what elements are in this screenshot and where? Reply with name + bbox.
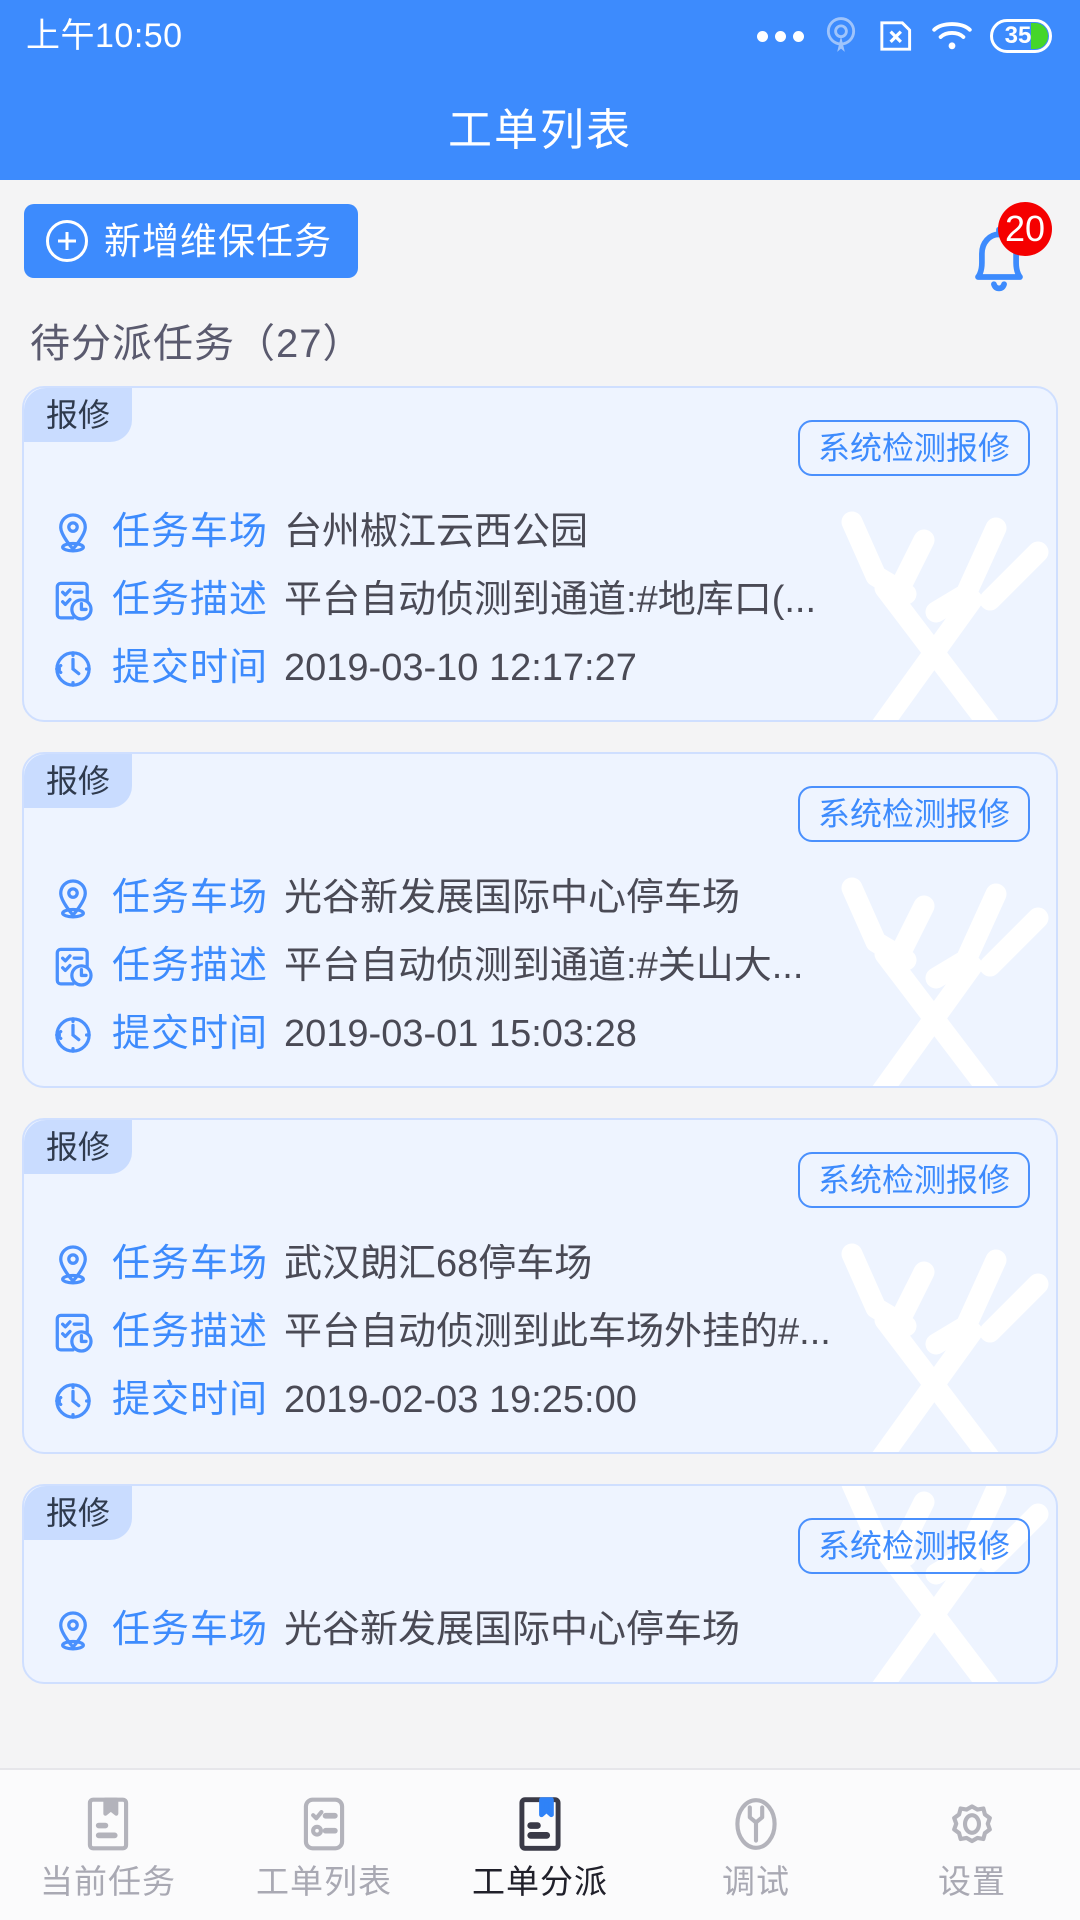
notification-badge: 20 bbox=[998, 202, 1052, 256]
tab-settings[interactable]: 设置 bbox=[864, 1770, 1080, 1920]
tab-label: 工单列表 bbox=[256, 1862, 392, 1900]
task-site-row: 任务车场 台州椒江云西公园 bbox=[50, 510, 1030, 556]
bottom-navigation: 当前任务 工单列表 工单分派 调试 设置 bbox=[0, 1768, 1080, 1920]
task-time-label: 提交时间 bbox=[112, 1013, 269, 1056]
task-desc-label: 任务描述 bbox=[112, 579, 269, 622]
location-pin-icon bbox=[59, 1245, 87, 1285]
battery-level: 35 bbox=[1004, 22, 1032, 49]
task-desc-value: 平台自动侦测到此车场外挂的#... bbox=[284, 1312, 831, 1354]
task-time-value: 2019-03-01 15:03:28 bbox=[284, 1014, 637, 1056]
task-site-value: 光谷新发展国际中心停车场 bbox=[284, 1610, 741, 1652]
notifications-button[interactable]: 20 bbox=[956, 202, 1052, 298]
task-site-label: 任务车场 bbox=[112, 1243, 269, 1286]
task-site-row: 任务车场 光谷新发展国际中心停车场 bbox=[50, 876, 1030, 922]
beacon-icon bbox=[822, 17, 860, 55]
task-card[interactable]: 报修 系统检测报修 任务车场 光谷新发展国际中心停车场 bbox=[22, 752, 1058, 1088]
task-site-label: 任务车场 bbox=[112, 1609, 269, 1652]
gear-icon bbox=[952, 1803, 992, 1843]
task-site-row: 任务车场 武汉朗汇68停车场 bbox=[50, 1242, 1030, 1288]
wifi-icon bbox=[930, 19, 974, 53]
tab-current-task[interactable]: 当前任务 bbox=[0, 1770, 216, 1920]
card-header: 报修 系统检测报修 bbox=[24, 1120, 1030, 1220]
task-desc-value: 平台自动侦测到通道:#关山大... bbox=[284, 946, 804, 988]
task-desc-row: 任务描述 平台自动侦测到此车场外挂的#... bbox=[50, 1310, 1030, 1356]
task-site-value: 武汉朗汇68停车场 bbox=[284, 1244, 593, 1286]
page-title: 工单列表 bbox=[448, 106, 632, 155]
status-tag: 报修 bbox=[24, 1120, 133, 1174]
location-pin-icon bbox=[59, 879, 87, 919]
tab-label: 设置 bbox=[938, 1862, 1006, 1900]
task-time-value: 2019-02-03 19:25:00 bbox=[284, 1380, 637, 1422]
add-maintenance-task-button[interactable]: 新增维保任务 bbox=[24, 204, 358, 278]
task-card[interactable]: 报修 系统检测报修 任务车场 武汉朗汇68停车场 任务描述 平台自动侦测到此车场… bbox=[22, 1118, 1058, 1454]
card-header: 报修 系统检测报修 bbox=[24, 388, 1030, 488]
checklist-clock-icon bbox=[55, 947, 93, 987]
battery-icon: 35 bbox=[990, 19, 1052, 53]
location-pin-icon bbox=[59, 513, 87, 553]
location-pin-icon bbox=[59, 1611, 87, 1651]
task-card[interactable]: 报修 系统检测报修 任务车场 光谷新发展国际中心停车场 bbox=[22, 1484, 1058, 1684]
tab-order-assign[interactable]: 工单分派 bbox=[432, 1770, 648, 1920]
tab-order-list[interactable]: 工单列表 bbox=[216, 1770, 432, 1920]
task-desc-row: 任务描述 平台自动侦测到通道:#关山大... bbox=[50, 944, 1030, 990]
task-card[interactable]: 报修 系统检测报修 任务车场 台州椒江云西公园 任务描述 平台自动侦测到通道:#… bbox=[22, 386, 1058, 722]
task-site-label: 任务车场 bbox=[112, 511, 269, 554]
task-time-row: 提交时间 2019-02-03 19:25:00 bbox=[50, 1378, 1030, 1424]
tab-label: 工单分派 bbox=[472, 1862, 608, 1900]
status-tag: 报修 bbox=[24, 754, 133, 808]
action-row: 新增维保任务 20 bbox=[0, 180, 1080, 302]
source-badge: 系统检测报修 bbox=[797, 786, 1030, 842]
card-header: 报修 系统检测报修 bbox=[24, 1486, 1030, 1586]
checklist-clock-icon bbox=[55, 581, 93, 621]
task-time-value: 2019-03-10 12:17:27 bbox=[284, 648, 637, 690]
status-time: 上午10:50 bbox=[26, 17, 183, 55]
task-time-row: 提交时间 2019-03-10 12:17:27 bbox=[50, 646, 1030, 692]
clock-icon bbox=[55, 1383, 91, 1419]
checklist-icon bbox=[303, 1797, 345, 1850]
status-bar: 上午10:50 35 bbox=[0, 0, 1080, 72]
task-desc-value: 平台自动侦测到通道:#地库口(... bbox=[284, 580, 817, 622]
tab-label: 调试 bbox=[722, 1862, 790, 1900]
pending-tasks-section-label: 待分派任务（27） bbox=[30, 322, 364, 366]
source-badge: 系统检测报修 bbox=[797, 420, 1030, 476]
clock-icon bbox=[55, 1017, 91, 1053]
tab-label: 当前任务 bbox=[40, 1862, 176, 1900]
tab-debug[interactable]: 调试 bbox=[648, 1770, 864, 1920]
task-site-label: 任务车场 bbox=[112, 877, 269, 920]
checklist-clock-icon bbox=[55, 1313, 93, 1353]
add-maintenance-task-label: 新增维保任务 bbox=[104, 220, 332, 262]
task-card-list[interactable]: 报修 系统检测报修 任务车场 台州椒江云西公园 任务描述 平台自动侦测到通道:#… bbox=[0, 378, 1080, 1768]
sim-card-off-icon bbox=[876, 19, 914, 53]
status-tag: 报修 bbox=[24, 1486, 133, 1540]
task-desc-label: 任务描述 bbox=[112, 1311, 269, 1354]
status-tag: 报修 bbox=[24, 388, 133, 442]
source-badge: 系统检测报修 bbox=[797, 1152, 1030, 1208]
task-desc-row: 任务描述 平台自动侦测到通道:#地库口(... bbox=[50, 578, 1030, 624]
status-icons: 35 bbox=[757, 17, 1052, 55]
source-badge: 系统检测报修 bbox=[797, 1518, 1030, 1574]
card-header: 报修 系统检测报修 bbox=[24, 754, 1030, 854]
task-time-row: 提交时间 2019-03-01 15:03:28 bbox=[50, 1012, 1030, 1058]
task-site-value: 光谷新发展国际中心停车场 bbox=[284, 878, 741, 920]
task-time-label: 提交时间 bbox=[112, 1379, 269, 1422]
task-desc-label: 任务描述 bbox=[112, 945, 269, 988]
app-root: 上午10:50 35 工单列表 新增维保任务 20 待分派任务（27） 报修 系… bbox=[0, 0, 1080, 1920]
clock-icon bbox=[55, 651, 91, 687]
task-time-label: 提交时间 bbox=[112, 647, 269, 690]
title-bar: 工单列表 bbox=[0, 72, 1080, 180]
more-dots-icon bbox=[757, 30, 804, 42]
plus-circle-icon bbox=[46, 220, 88, 262]
task-site-value: 台州椒江云西公园 bbox=[284, 512, 589, 554]
document-bookmark-icon bbox=[87, 1797, 129, 1850]
document-bookmark-filled-icon bbox=[519, 1796, 561, 1851]
wrench-circle-icon bbox=[735, 1797, 777, 1850]
task-site-row: 任务车场 光谷新发展国际中心停车场 bbox=[50, 1608, 1030, 1654]
